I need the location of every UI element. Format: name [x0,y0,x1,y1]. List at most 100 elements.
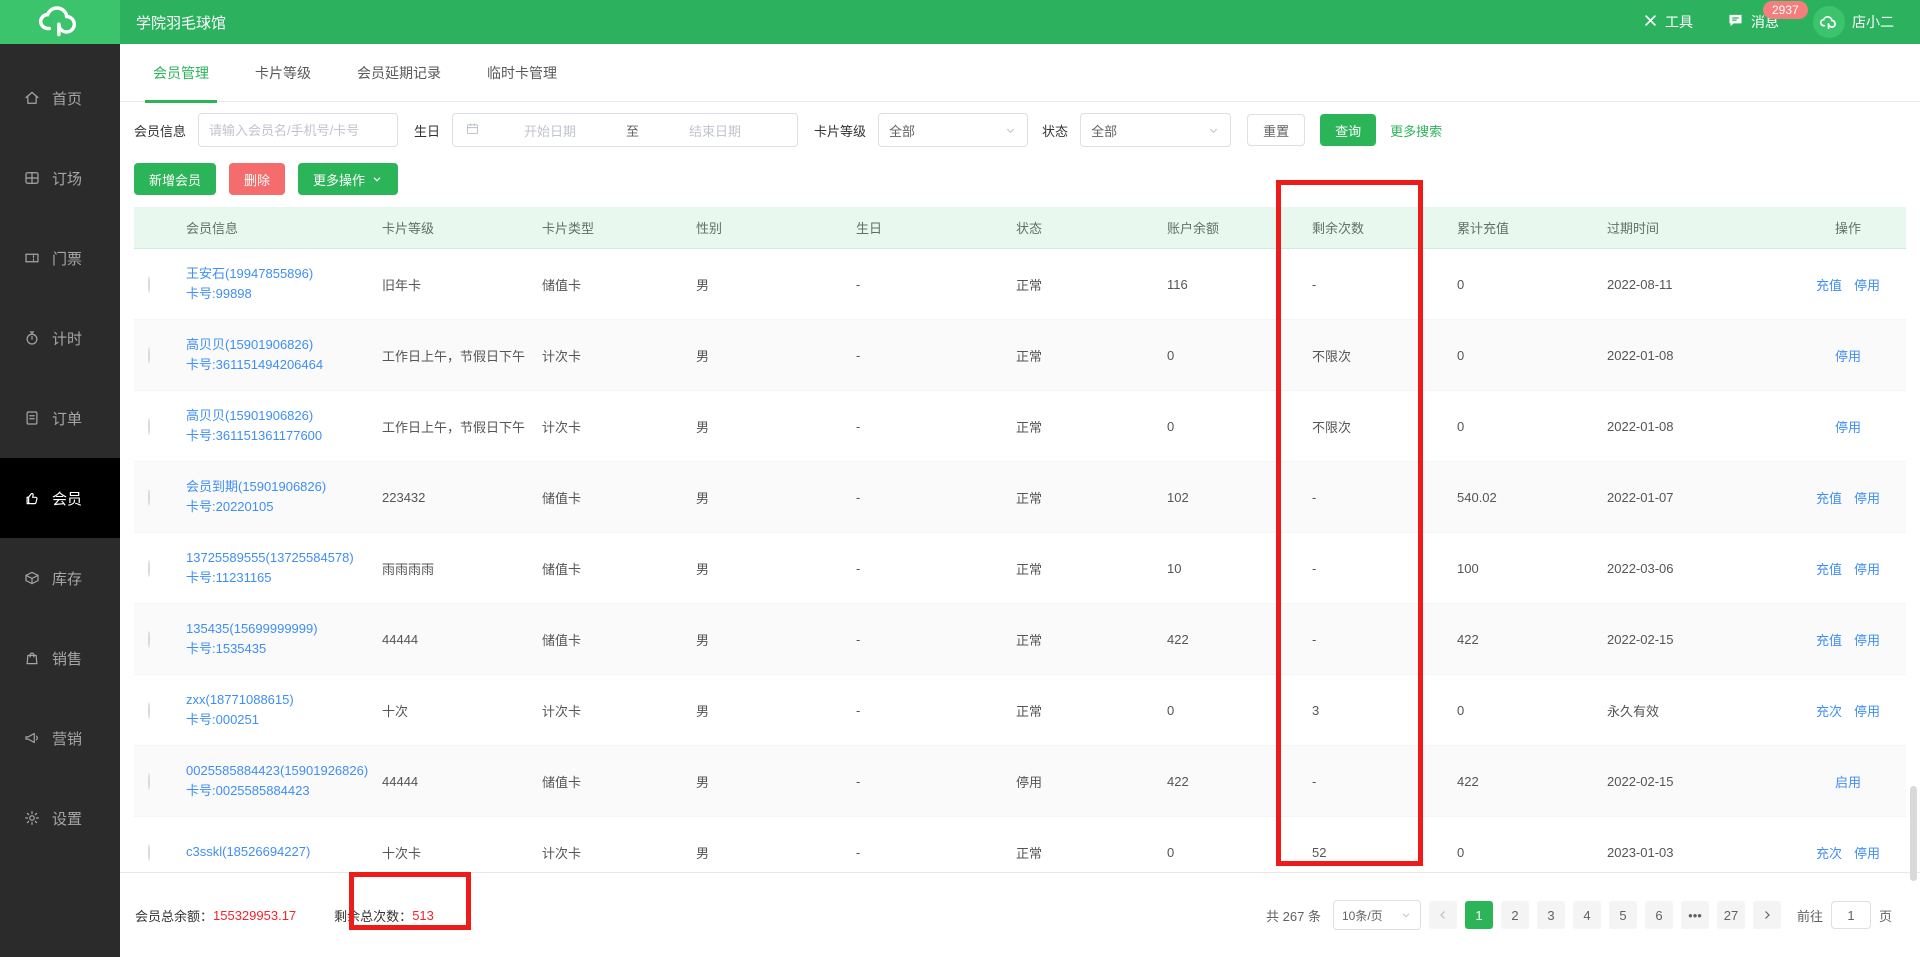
member-info-cell[interactable]: 高贝贝(15901906826) 卡号:361151494206464 [174,335,370,375]
row-radio[interactable] [148,346,150,364]
goto-page-input[interactable] [1830,901,1871,929]
card-level-cell: 雨雨雨雨 [382,561,435,577]
chevron-down-icon [1006,128,1015,133]
total-remaining-label: 剩余总次数： [334,908,413,924]
sidebar-item-inventory[interactable]: 库存 [0,538,120,618]
gender-cell: 男 [696,348,710,364]
tools-menu[interactable]: 工具 [1643,12,1693,32]
sidebar-item-timing[interactable]: 计时 [0,298,120,378]
page-button-5[interactable]: 5 [1608,901,1637,929]
more-operations-button[interactable]: 更多操作 [298,163,399,195]
row-action-link[interactable]: 停用 [1854,562,1880,577]
expire-time-cell: 2023-01-03 [1607,844,1674,860]
row-radio[interactable] [148,275,150,293]
page-button-4[interactable]: 4 [1572,901,1601,929]
row-action-link[interactable]: 停用 [1854,704,1880,719]
row-radio[interactable] [148,630,150,648]
page-button-6[interactable]: 6 [1644,901,1673,929]
card-level-cell: 223432 [382,489,426,505]
row-radio[interactable] [148,843,150,861]
gender-cell: 男 [696,277,710,293]
sidebar-item-member[interactable]: 会员 [0,458,120,538]
row-action-link[interactable]: 充次 [1816,704,1842,719]
row-radio[interactable] [148,701,150,719]
chevron-down-icon [1402,913,1410,918]
card-level-label: 卡片等级 [814,123,867,139]
pagination-more-button[interactable]: ••• [1680,901,1709,929]
row-action-link[interactable]: 启用 [1835,775,1861,790]
page-unit-label: 页 [1878,908,1892,924]
member-info-cell[interactable]: 0025585884423(15901926826) 卡号:00255858844… [174,761,370,801]
member-info-cell[interactable]: 13725589555(13725584578) 卡号:11231165 [174,548,370,588]
remaining-count-cell: 3 [1312,702,1320,718]
row-radio[interactable] [148,488,150,506]
tabbar: 会员管理 卡片等级 会员延期记录 临时卡管理 [120,44,1920,103]
member-info-cell[interactable]: 王安石(19947855896) 卡号:99898 [174,264,370,304]
page-button-3[interactable]: 3 [1536,901,1565,929]
expire-time-cell: 永久有效 [1607,703,1660,719]
remaining-count-cell: - [1312,631,1317,647]
next-page-button[interactable] [1752,901,1781,929]
member-info-cell[interactable]: 会员到期(15901906826) 卡号:20220105 [174,477,370,517]
vertical-scrollbar-thumb[interactable] [1910,786,1917,881]
row-action-link[interactable]: 充值 [1816,278,1842,293]
member-info-cell[interactable]: 135435(15699999999) 卡号:1535435 [174,619,370,659]
sidebar-item-label: 订场 [52,170,83,188]
sidebar-item-sales[interactable]: 销售 [0,618,120,698]
messages-menu[interactable]: 消息 2937 [1727,1,1808,32]
column-header: 性别 [696,221,723,236]
page-button-27[interactable]: 27 [1716,901,1745,929]
message-icon [1727,12,1744,32]
row-radio[interactable] [148,772,150,790]
row-action-link[interactable]: 充值 [1816,562,1842,577]
page-button-2[interactable]: 2 [1500,901,1529,929]
tools-icon [1643,13,1658,31]
status-select[interactable]: 全部 [1080,113,1232,147]
sidebar-item-booking[interactable]: 订场 [0,138,120,218]
query-button[interactable]: 查询 [1320,114,1377,146]
delete-button[interactable]: 删除 [229,163,286,195]
sidebar-item-ticket[interactable]: 门票 [0,218,120,298]
row-action-link[interactable]: 充值 [1816,633,1842,648]
page-button-1[interactable]: 1 [1464,901,1493,929]
balance-cell: 422 [1167,773,1189,789]
sidebar-item-home[interactable]: 首页 [0,58,120,138]
row-action-link[interactable]: 充次 [1816,846,1842,861]
member-info-cell[interactable]: zxx(18771088615) 卡号:000251 [174,690,370,730]
tab-0[interactable]: 会员管理 [145,44,217,103]
row-action-link[interactable]: 停用 [1835,420,1861,435]
row-radio[interactable] [148,559,150,577]
card-type-cell: 计次卡 [542,703,582,719]
remaining-count-cell: 52 [1312,844,1327,860]
row-action-link[interactable]: 停用 [1854,491,1880,506]
tab-1[interactable]: 卡片等级 [255,44,311,102]
tools-label: 工具 [1665,14,1693,30]
row-action-link[interactable]: 停用 [1835,349,1861,364]
column-header: 剩余次数 [1312,221,1365,236]
sidebar-item-settings[interactable]: 设置 [0,778,120,858]
more-search-link[interactable]: 更多搜索 [1390,121,1442,140]
member-info-input[interactable] [198,113,399,147]
page-size-select[interactable]: 10条/页 [1332,900,1421,930]
card-level-select[interactable]: 全部 [878,113,1029,147]
member-info-cell[interactable]: c3sskl(18526694227) [174,842,370,862]
sidebar-item-marketing[interactable]: 营销 [0,698,120,778]
row-action-link[interactable]: 充值 [1816,491,1842,506]
table-row: c3sskl(18526694227) 十次卡 计次卡 男 - 正常 0 52 0 2023-01… [134,817,1906,863]
tab-3[interactable]: 临时卡管理 [487,44,557,102]
expire-time-cell: 2022-01-08 [1607,418,1674,434]
row-radio[interactable] [148,417,150,435]
row-action-link[interactable]: 停用 [1854,278,1880,293]
member-info-cell[interactable]: 高贝贝(15901906826) 卡号:361151361177600 [174,406,370,446]
row-action-link[interactable]: 停用 [1854,846,1880,861]
user-menu[interactable]: 店小二 [1813,6,1894,38]
reset-button[interactable]: 重置 [1247,114,1306,146]
birthday-range-picker[interactable]: 开始日期 至 结束日期 [452,113,799,147]
row-action-link[interactable]: 停用 [1854,633,1880,648]
tab-2[interactable]: 会员延期记录 [357,44,441,102]
chevron-down-icon [1209,128,1218,133]
add-member-button[interactable]: 新增会员 [134,163,217,195]
prev-page-button[interactable] [1428,901,1457,929]
sidebar-item-order[interactable]: 订单 [0,378,120,458]
card-type-cell: 储值卡 [542,277,582,293]
